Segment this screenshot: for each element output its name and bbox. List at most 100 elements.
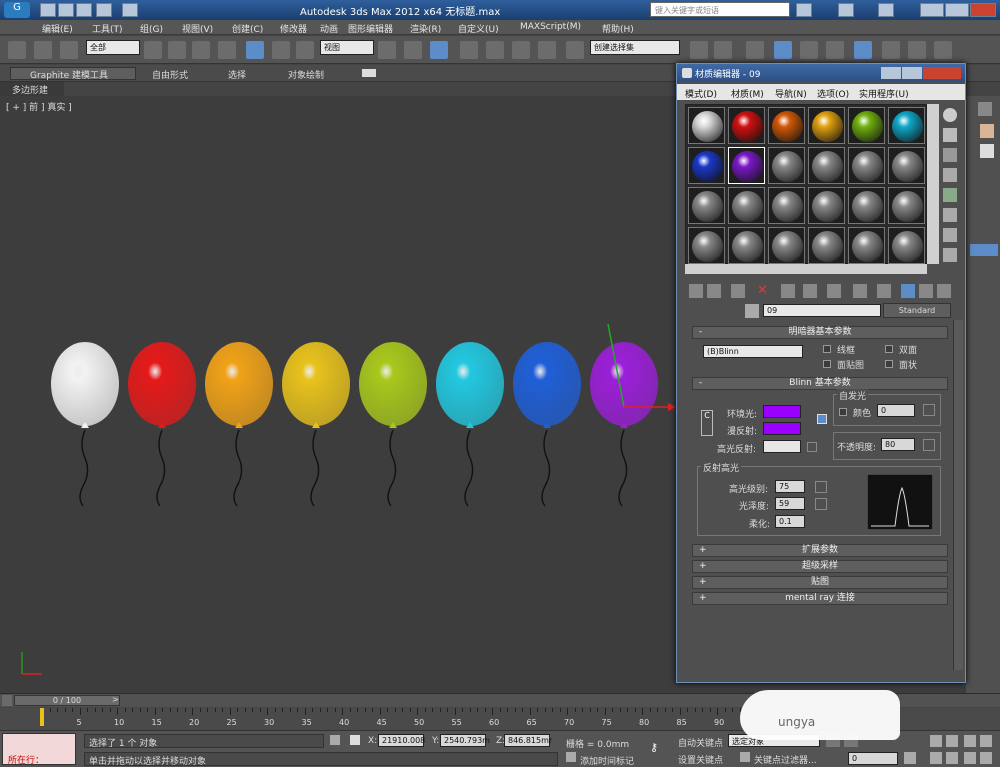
- zoom-extents-all-icon[interactable]: [980, 735, 992, 747]
- material-slot-19[interactable]: [688, 227, 725, 264]
- keyboard-shortcut-icon[interactable]: [430, 41, 448, 59]
- mat-menu-modes[interactable]: 模式(D): [685, 87, 717, 100]
- key-filters-icon[interactable]: [740, 752, 750, 762]
- maximize-button[interactable]: [945, 3, 969, 17]
- balloon-4[interactable]: [282, 342, 350, 426]
- spinner-snap-icon[interactable]: [538, 41, 556, 59]
- schematic-view-icon[interactable]: [826, 41, 844, 59]
- mat-minimize-button[interactable]: [881, 67, 901, 79]
- diffuse-map-button[interactable]: [817, 414, 827, 424]
- rollout-maps[interactable]: + 贴图: [692, 576, 948, 589]
- zoom-extents-icon[interactable]: [964, 735, 976, 747]
- mat-menu-navigation[interactable]: 导航(N): [775, 87, 807, 100]
- zoom-all-icon[interactable]: [946, 735, 958, 747]
- spec-level-map-button[interactable]: [815, 481, 827, 493]
- material-slot-17[interactable]: [848, 187, 885, 224]
- time-tag-icon[interactable]: [566, 752, 576, 762]
- material-slot-15[interactable]: [768, 187, 805, 224]
- slots-scrollbar[interactable]: [927, 104, 939, 264]
- menu-tools[interactable]: 工具(T): [92, 22, 123, 35]
- self-illum-color-checkbox[interactable]: [839, 408, 847, 416]
- rotate-icon[interactable]: [272, 41, 290, 59]
- material-slot-20[interactable]: [728, 227, 765, 264]
- opacity-map-button[interactable]: [923, 439, 935, 451]
- new-file-icon[interactable]: [40, 3, 56, 17]
- balloon-1[interactable]: [51, 342, 119, 426]
- mirror-icon[interactable]: [690, 41, 708, 59]
- menu-edit[interactable]: 编辑(E): [42, 22, 73, 35]
- open-file-icon[interactable]: [58, 3, 74, 17]
- two-sided-checkbox[interactable]: [885, 345, 893, 353]
- material-slot-22[interactable]: [808, 227, 845, 264]
- dropdown-arrow-icon[interactable]: [980, 144, 994, 158]
- material-slot-13[interactable]: [688, 187, 725, 224]
- z-coordinate-field[interactable]: 846.815mr: [504, 734, 552, 747]
- face-map-checkbox[interactable]: [823, 360, 831, 368]
- material-id-channel-icon[interactable]: [853, 284, 867, 298]
- help-icon[interactable]: [878, 3, 894, 17]
- material-type-button[interactable]: Standard: [883, 303, 951, 318]
- unlink-icon[interactable]: [34, 41, 52, 59]
- balloon-6[interactable]: [436, 342, 504, 426]
- menu-rendering[interactable]: 渲染(R): [410, 22, 441, 35]
- go-to-parent-icon[interactable]: [919, 284, 933, 298]
- orbit-icon[interactable]: [946, 752, 958, 764]
- prev-frame-button[interactable]: [2, 695, 12, 706]
- named-selection-dropdown[interactable]: 创建选择集: [590, 40, 680, 55]
- rollout-shader-basic[interactable]: - 明暗器基本参数: [692, 326, 948, 339]
- tab-freeform[interactable]: 自由形式: [152, 68, 188, 81]
- material-slot-1[interactable]: [688, 107, 725, 144]
- material-slot-21[interactable]: [768, 227, 805, 264]
- put-to-scene-icon[interactable]: [707, 284, 721, 298]
- spec-level-spinner[interactable]: 75: [775, 480, 805, 493]
- select-manipulate-icon[interactable]: [404, 41, 422, 59]
- edit-named-selection-icon[interactable]: [566, 41, 584, 59]
- search-input[interactable]: 键入关键字或短语: [650, 2, 790, 17]
- maximize-viewport-icon[interactable]: [980, 752, 992, 764]
- star-icon[interactable]: [838, 3, 854, 17]
- material-slot-12[interactable]: [888, 147, 925, 184]
- wire-checkbox[interactable]: [823, 345, 831, 353]
- viewport-label[interactable]: [ + ] 前 ] 真实 ]: [6, 100, 72, 113]
- curve-editor-icon[interactable]: [800, 41, 818, 59]
- mat-menu-utilities[interactable]: 实用程序(U): [859, 87, 909, 100]
- menu-group[interactable]: 组(G): [140, 22, 163, 35]
- material-slot-14[interactable]: [728, 187, 765, 224]
- uv-tiling-icon[interactable]: [943, 168, 957, 182]
- x-coordinate-field[interactable]: 21910.008: [378, 734, 425, 747]
- field-of-view-icon[interactable]: [964, 752, 976, 764]
- mat-menu-options[interactable]: 选项(O): [817, 87, 849, 100]
- get-material-icon[interactable]: [689, 284, 703, 298]
- menu-maxscript[interactable]: MAXScript(M): [520, 22, 581, 32]
- ribbon-subpanel-polygon-modeling[interactable]: 多边形建模: [0, 82, 64, 109]
- specular-color-swatch[interactable]: [763, 440, 801, 453]
- absolute-mode-icon[interactable]: [350, 735, 360, 745]
- auto-key-button[interactable]: 自动关键点: [678, 736, 723, 749]
- video-color-check-icon[interactable]: [943, 188, 957, 202]
- make-unique-icon[interactable]: [803, 284, 817, 298]
- faceted-checkbox[interactable]: [885, 360, 893, 368]
- bind-space-warp-icon[interactable]: [60, 41, 78, 59]
- graphite-toggle-icon[interactable]: [774, 41, 792, 59]
- select-by-material-icon[interactable]: [943, 248, 957, 262]
- pan-icon[interactable]: [930, 752, 942, 764]
- rollout-blinn-basic[interactable]: - Blinn 基本参数: [692, 377, 948, 390]
- balloon-2[interactable]: [128, 342, 196, 426]
- key-icon[interactable]: ⚷: [650, 741, 670, 754]
- mat-maximize-button[interactable]: [902, 67, 922, 79]
- balloon-8[interactable]: [590, 342, 658, 426]
- lock-selection-icon[interactable]: [330, 735, 340, 745]
- backlight-icon[interactable]: [943, 128, 957, 142]
- reset-icon[interactable]: ✕: [757, 284, 771, 298]
- balloon-7[interactable]: [513, 342, 581, 426]
- self-illum-map-button[interactable]: [923, 404, 935, 416]
- render-production-icon[interactable]: [934, 41, 952, 59]
- select-object-icon[interactable]: [144, 41, 162, 59]
- material-slot-7[interactable]: [688, 147, 725, 184]
- tab-selection[interactable]: 选择: [228, 68, 246, 81]
- gloss-spinner[interactable]: 59: [775, 497, 805, 510]
- align-icon[interactable]: [714, 41, 732, 59]
- move-icon[interactable]: [246, 41, 264, 59]
- options-icon[interactable]: [943, 228, 957, 242]
- link-icon[interactable]: [8, 41, 26, 59]
